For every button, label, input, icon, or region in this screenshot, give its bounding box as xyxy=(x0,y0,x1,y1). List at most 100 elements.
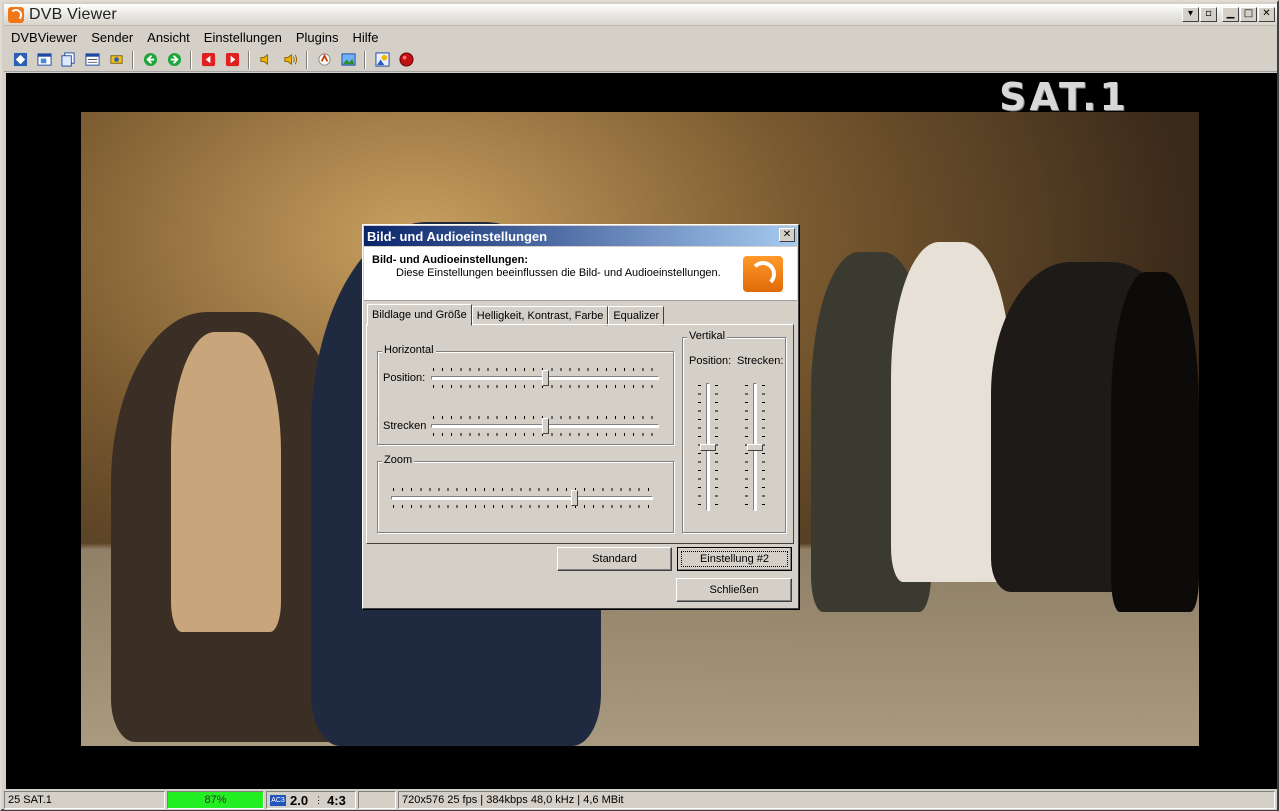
app-logo-icon xyxy=(8,6,24,23)
slider-thumb[interactable] xyxy=(700,444,716,451)
audio-format-icon: AC3 xyxy=(270,794,286,806)
horizontal-group: Horizontal Position: Strecken xyxy=(377,344,674,445)
snapshot-icon xyxy=(374,52,390,67)
zoom-label: Zoom xyxy=(382,454,415,466)
channel-list-button[interactable] xyxy=(9,49,31,71)
recorder-icon xyxy=(109,55,123,64)
vertical-stretch-label: Strecken: xyxy=(737,355,784,367)
tab-equalizer[interactable]: Equalizer xyxy=(608,306,665,326)
toolbar-separator xyxy=(248,50,250,69)
volume-up-icon xyxy=(283,53,297,66)
dialog-close-button[interactable]: ✕ xyxy=(779,228,795,242)
standard-button[interactable]: Standard xyxy=(557,547,672,571)
window-menu-button[interactable]: ▾ xyxy=(1182,7,1199,22)
preset-button[interactable]: Einstellung #2 xyxy=(677,547,792,571)
forward-button[interactable] xyxy=(163,49,185,71)
recorder-button[interactable] xyxy=(105,49,127,71)
zoom-group: Zoom xyxy=(377,454,674,533)
volume-up-button[interactable] xyxy=(279,49,301,71)
next-channel-icon xyxy=(225,52,239,67)
horizontal-stretch-slider[interactable] xyxy=(431,414,659,438)
channel-logo: SAT.1 xyxy=(999,75,1129,119)
audio-info: AC3 2.0 ⋮ 4:3 xyxy=(266,791,356,809)
dialog-header: Bild- und Audioeinstellungen: Diese Eins… xyxy=(364,247,797,301)
aspect-ratio: 4:3 xyxy=(327,792,346,808)
snapshot-button[interactable] xyxy=(371,49,393,71)
status-bar: 25 SAT.1 87% AC3 2.0 ⋮ 4:3 720x576 25 fp… xyxy=(4,790,1277,810)
minimize-button[interactable]: ▁ xyxy=(1222,7,1239,22)
picture-settings-button[interactable] xyxy=(337,49,359,71)
toolbar-separator xyxy=(306,50,308,69)
vertical-position-label: Position: xyxy=(689,355,732,367)
title-bar[interactable]: DVB Viewer ▾ ▫ ▁ □ ✕ xyxy=(4,4,1277,26)
slider-thumb[interactable] xyxy=(542,418,549,434)
dialog-title-bar[interactable]: Bild- und Audioeinstellungen xyxy=(364,226,797,246)
tab-bildlage[interactable]: Bildlage und Größe xyxy=(367,304,472,326)
audio-button[interactable] xyxy=(313,49,335,71)
volume-down-button[interactable] xyxy=(255,49,277,71)
picture-icon xyxy=(340,53,356,66)
close-button[interactable]: Schließen xyxy=(676,578,792,602)
zoom-slider[interactable] xyxy=(391,486,653,510)
status-empty xyxy=(358,791,396,809)
prev-channel-button[interactable] xyxy=(197,49,219,71)
audio-channels: 2.0 xyxy=(290,792,309,808)
dvbviewer-logo-icon xyxy=(743,256,783,292)
status-channel: 25 SAT.1 xyxy=(4,791,165,809)
menu-ansicht[interactable]: Ansicht xyxy=(140,30,197,45)
signal-strength: 87% xyxy=(167,791,264,809)
vertical-stretch-slider[interactable] xyxy=(744,383,768,511)
toolbar-separator xyxy=(190,50,192,69)
slider-thumb[interactable] xyxy=(747,444,763,451)
horizontal-position-label: Position: xyxy=(383,372,426,384)
stream-info: 720x576 25 fps | 384kbps 48,0 kHz | 4,6 … xyxy=(398,791,1275,809)
dialog-header-description: Diese Einstellungen beeinflussen die Bil… xyxy=(396,267,721,279)
tab-strip: Bildlage und Größe Helligkeit, Kontrast,… xyxy=(367,304,665,326)
horizontal-position-slider[interactable] xyxy=(431,366,659,390)
window-controls: ▾ ▫ ▁ □ ✕ xyxy=(1182,7,1275,22)
slider-thumb[interactable] xyxy=(571,490,579,506)
crowd-shape xyxy=(171,332,281,632)
back-button[interactable] xyxy=(139,49,161,71)
vertical-position-slider[interactable] xyxy=(697,383,721,511)
crowd-shape xyxy=(1111,272,1199,612)
forward-icon xyxy=(167,52,181,67)
volume-down-icon xyxy=(259,53,268,66)
dialog-title: Bild- und Audioeinstellungen xyxy=(367,228,548,244)
tv-window-button[interactable] xyxy=(33,49,55,71)
horizontal-stretch-label: Strecken xyxy=(383,420,427,432)
epg-button[interactable] xyxy=(81,49,103,71)
toolbar-separator xyxy=(364,50,366,69)
vertical-group: Vertikal Position: Strecken: xyxy=(682,330,786,533)
window-title: DVB Viewer xyxy=(29,5,117,23)
channel-list-icon xyxy=(13,52,27,67)
maximize-button[interactable]: □ xyxy=(1240,7,1257,22)
next-channel-button[interactable] xyxy=(221,49,243,71)
prev-channel-icon xyxy=(201,52,215,67)
menu-bar: DVBViewer Sender Ansicht Einstellungen P… xyxy=(4,27,1277,47)
audio-icon xyxy=(317,53,331,66)
copy-window-button[interactable] xyxy=(57,49,79,71)
record-icon xyxy=(398,52,414,67)
tab-helligkeit[interactable]: Helligkeit, Kontrast, Farbe xyxy=(471,306,609,326)
dialog-header-title: Bild- und Audioeinstellungen: xyxy=(372,254,529,266)
menu-plugins[interactable]: Plugins xyxy=(289,30,346,45)
menu-einstellungen[interactable]: Einstellungen xyxy=(197,30,289,45)
restore-small-button[interactable]: ▫ xyxy=(1200,7,1217,22)
menu-sender[interactable]: Sender xyxy=(84,30,140,45)
tab-panel: Horizontal Position: Strecken Zoom Verti… xyxy=(366,324,794,544)
menu-hilfe[interactable]: Hilfe xyxy=(346,30,386,45)
close-window-button[interactable]: ✕ xyxy=(1258,7,1275,22)
record-button[interactable] xyxy=(395,49,417,71)
back-icon xyxy=(143,52,157,67)
vertical-label: Vertikal xyxy=(687,330,728,342)
aspect-icon: ⋮ xyxy=(314,794,324,805)
menu-dvbviewer[interactable]: DVBViewer xyxy=(4,30,84,45)
toolbar-separator xyxy=(132,50,134,69)
tv-window-icon xyxy=(36,53,52,66)
epg-icon xyxy=(84,53,100,66)
picture-audio-dialog: Bild- und Audioeinstellungen ✕ Bild- und… xyxy=(362,224,799,609)
slider-thumb[interactable] xyxy=(542,370,549,386)
copy-window-icon xyxy=(60,52,75,67)
horizontal-label: Horizontal xyxy=(382,344,436,356)
